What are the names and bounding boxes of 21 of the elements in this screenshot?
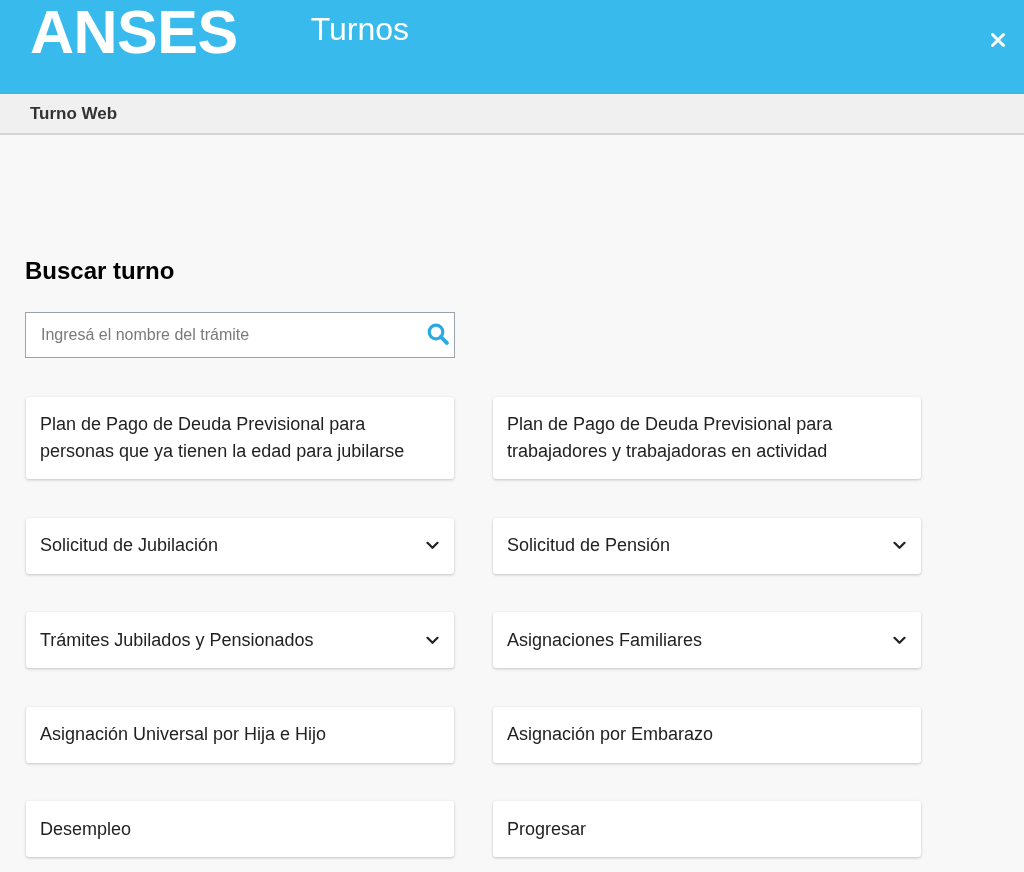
procedure-link[interactable]: Asignación Universal por Hija e Hijo	[26, 706, 454, 763]
chevron-down-icon	[426, 635, 439, 645]
chevron-down-icon	[426, 541, 439, 550]
search-heading: Buscar turno	[25, 256, 175, 286]
search-icon[interactable]	[427, 323, 449, 345]
procedure-link[interactable]: Progresar	[493, 801, 921, 857]
logo: ANSES	[30, 2, 238, 63]
close-icon[interactable]	[991, 33, 1005, 47]
procedure-dropdown[interactable]: Solicitud de Jubilación	[26, 517, 454, 574]
section-title: Turno Web	[30, 103, 118, 124]
procedure-dropdown[interactable]: Solicitud de Pensión	[493, 517, 921, 574]
procedure-link[interactable]: Asignación por Embarazo	[493, 706, 921, 763]
search-field[interactable]: Ingresá el nombre del trámite	[25, 312, 455, 358]
chevron-down-icon	[893, 635, 906, 645]
procedure-link[interactable]: Desempleo	[26, 801, 454, 857]
page-title: Turnos	[310, 11, 410, 47]
procedure-link[interactable]: Plan de Pago de Deuda Previsional para personas que ya tienen la edad para jubilarse	[26, 397, 454, 479]
procedure-dropdown[interactable]: Trámites Jubilados y Pensionados	[26, 612, 454, 668]
chevron-down-icon	[893, 541, 906, 550]
procedure-link[interactable]: Plan de Pago de Deuda Previsional para trabajadores y trabajadoras en actividad	[493, 397, 921, 479]
procedure-dropdown[interactable]: Asignaciones Familiares	[493, 612, 921, 668]
